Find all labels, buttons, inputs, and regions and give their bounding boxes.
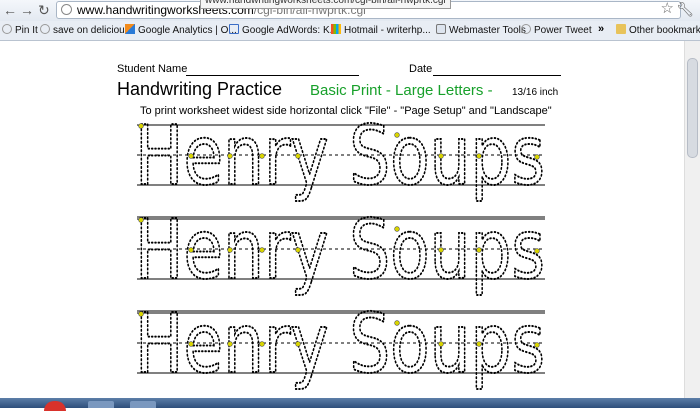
start-dot-marker	[188, 341, 194, 347]
reload-icon[interactable]: ↻	[38, 2, 50, 18]
start-dot-marker	[394, 132, 400, 138]
start-dot-marker	[259, 341, 265, 347]
practice-row: Henry Soups	[134, 202, 546, 312]
start-dot-marker	[295, 341, 301, 347]
back-arrow-icon[interactable]: ←	[3, 2, 17, 18]
taskbar-item[interactable]	[88, 401, 114, 408]
start-dot-marker	[188, 247, 194, 253]
start-dot-marker	[438, 341, 444, 347]
traceable-text: Henry Soups	[135, 297, 545, 392]
bookmark-pin-it[interactable]: Pin It	[2, 24, 38, 38]
bookmark-hotmail[interactable]: Hotmail - writerhp...	[331, 24, 431, 38]
start-dot-marker	[138, 311, 144, 317]
analytics-icon	[125, 24, 135, 34]
bookmark-save-on-delicious[interactable]: save on delicious	[40, 24, 130, 38]
wrench-icon[interactable]: 🔧︎	[676, 1, 694, 17]
start-dot-marker	[438, 247, 444, 253]
globe-icon	[521, 24, 531, 34]
forward-arrow-icon[interactable]: →	[20, 2, 34, 18]
taskbar-item[interactable]	[130, 401, 156, 408]
scrollbar-thumb[interactable]	[687, 58, 698, 158]
bookmark-google-analytics[interactable]: Google Analytics | O...	[125, 24, 237, 38]
google-icon	[229, 24, 239, 34]
start-dot-marker	[259, 247, 265, 253]
start-dot-marker	[138, 217, 144, 223]
globe-icon	[40, 24, 50, 34]
start-dot-marker	[534, 248, 540, 254]
start-dot-marker	[476, 153, 482, 159]
folder-icon	[616, 24, 626, 34]
hotmail-icon	[331, 24, 341, 34]
start-dot-marker	[227, 153, 233, 159]
bookmark-other-bookmarks[interactable]: Other bookmarks	[616, 24, 700, 38]
practice-row: Henry Soups	[134, 296, 546, 393]
webmaster-icon	[436, 24, 446, 34]
start-dot-marker	[534, 342, 540, 348]
worksheet-page: Student Name Date Handwriting Practice B…	[0, 41, 700, 398]
bookmarks-bar: Pin It save on delicious Google Analytic…	[0, 21, 700, 41]
page-globe-icon	[61, 4, 72, 15]
url-tooltip: www.handwritingworksheets.com/cgi-bin/al…	[200, 0, 451, 9]
bookmark-star-icon[interactable]: ☆	[661, 1, 674, 17]
browser-toolbar: ← → ↻ www.handwritingworksheets.com/cgi-…	[0, 0, 700, 21]
bookmark-webmaster-tools[interactable]: Webmaster Tools	[436, 24, 526, 38]
bookmark-google-adwords[interactable]: Google AdWords: K...	[229, 24, 338, 38]
start-dot-marker	[138, 123, 144, 129]
traceable-text: Henry Soups	[135, 109, 545, 204]
pin-icon	[2, 24, 12, 34]
start-dot-marker	[227, 341, 233, 347]
start-dot-marker	[534, 154, 540, 160]
practice-row: Henry Soups	[134, 108, 546, 218]
start-dot-marker	[227, 247, 233, 253]
start-dot-marker	[476, 247, 482, 253]
start-dot-marker	[188, 153, 194, 159]
traceable-text: Henry Soups	[135, 203, 545, 298]
start-dot-marker	[394, 226, 400, 232]
start-dot-marker	[394, 320, 400, 326]
bookmark-power-tweet[interactable]: Power Tweet	[521, 24, 592, 38]
start-dot-marker	[438, 153, 444, 159]
start-dot-marker	[295, 247, 301, 253]
bookmarks-overflow-chevron[interactable]: »	[598, 23, 604, 35]
start-dot-marker	[476, 341, 482, 347]
start-dot-marker	[295, 153, 301, 159]
practice-area: Henry SoupsHenry SoupsHenry Soups	[134, 108, 546, 393]
start-dot-marker	[259, 153, 265, 159]
